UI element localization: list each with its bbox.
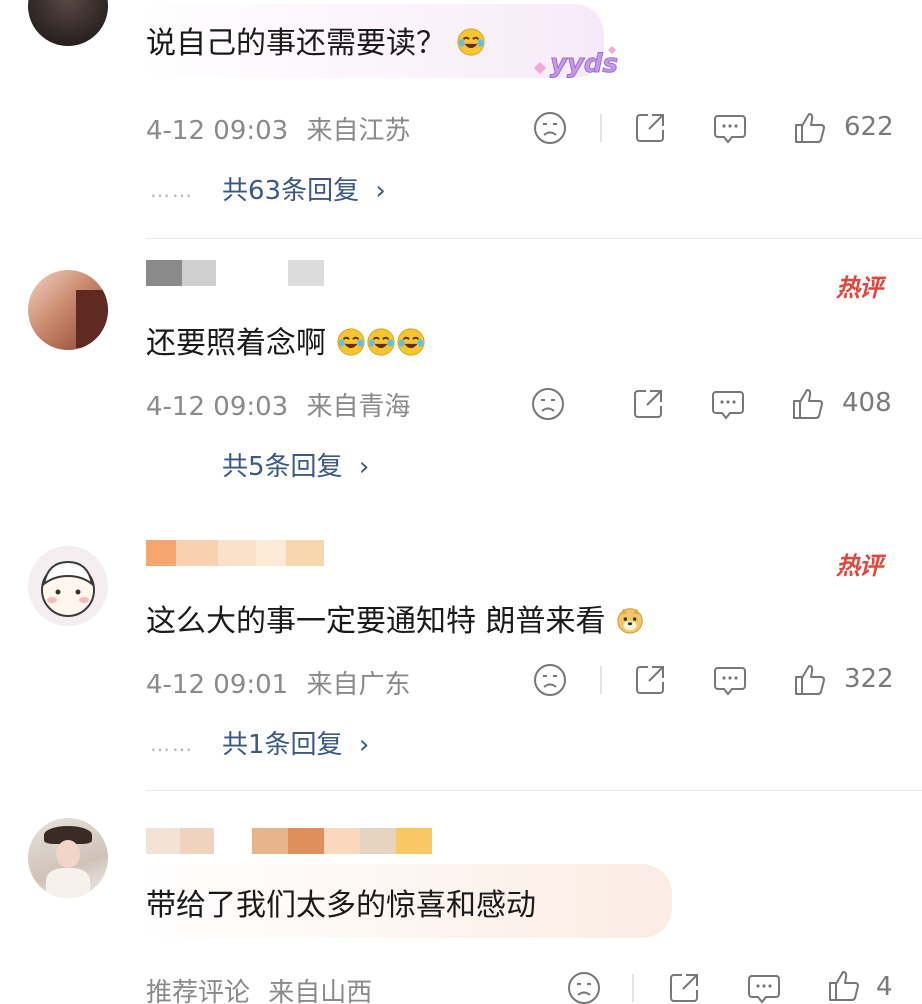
comment-text-content: 说自己的事还需要读？ [146, 26, 446, 61]
comment-text-content: 还要照着念啊 [146, 326, 326, 361]
dislike-face-icon [532, 388, 564, 420]
like-button[interactable] [792, 110, 828, 146]
avatar[interactable] [28, 818, 108, 898]
like-count: 322 [844, 664, 894, 694]
location: 来自江苏 [306, 116, 411, 146]
view-replies-link[interactable]: 共63条回复 › [222, 170, 386, 207]
username-blurred[interactable] [146, 540, 324, 566]
comment-icon [748, 975, 780, 1004]
comment-1: 说自己的事还需要读？ yyds 4-12 09:03 来自江苏 622 …… 共… [0, 0, 922, 240]
location: 来自山西 [268, 978, 373, 1004]
share-icon [670, 974, 698, 1002]
share-icon [634, 390, 662, 418]
dislike-button[interactable] [532, 110, 568, 146]
comment-text-content: 这么大的事一定要通知特 朗普来看 [146, 604, 606, 639]
comment-icon [714, 115, 746, 144]
laugh-cry-emoji [336, 328, 365, 356]
comment-text: 带给了我们太多的惊喜和感动 [146, 876, 536, 928]
divider [146, 790, 922, 791]
username-blurred[interactable] [146, 828, 432, 854]
laugh-cry-emoji [366, 328, 395, 356]
dislike-button[interactable] [532, 662, 568, 698]
separator [600, 666, 602, 694]
like-count: 4 [876, 972, 893, 1002]
like-button[interactable] [790, 386, 826, 422]
comment-icon [714, 667, 746, 696]
reply-dots: …… [150, 178, 194, 202]
chevron-right-icon: › [358, 452, 370, 482]
separator [632, 974, 634, 1002]
reply-button[interactable] [710, 386, 746, 422]
avatar[interactable] [28, 546, 108, 626]
share-button[interactable] [630, 386, 666, 422]
separator [600, 114, 602, 142]
comment-text: 说自己的事还需要读？ [146, 14, 486, 66]
avatar[interactable] [28, 0, 108, 46]
laugh-cry-emoji [396, 328, 425, 356]
like-button[interactable] [826, 968, 862, 1004]
replies-label: 共5条回复 [222, 452, 343, 482]
reply-button[interactable] [712, 110, 748, 146]
share-icon [636, 666, 664, 694]
reply-dots: …… [150, 732, 194, 756]
thumbs-up-icon [795, 113, 825, 143]
comment-4: 带给了我们太多的惊喜和感动 推荐评论 来自山西 4 [0, 792, 922, 1004]
location: 来自广东 [306, 670, 411, 700]
comment-text: 还要照着念啊 [146, 314, 426, 366]
comment-meta: 4-12 09:03 来自青海 [146, 386, 410, 423]
thumbs-up-icon [829, 971, 859, 1001]
yyds-sticker-text: yyds [550, 49, 618, 79]
like-count: 408 [842, 388, 892, 418]
thumbs-up-icon [793, 389, 823, 419]
like-count: 622 [844, 112, 894, 142]
hot-comment-badge: 热评 [836, 552, 883, 580]
comment-3: 热评 这么大的事一定要通知特 朗普来看 4-12 09:01 来自广东 322 … [0, 520, 922, 790]
recommend-label: 推荐评论 [146, 978, 251, 1004]
view-replies-link[interactable]: 共1条回复 › [222, 724, 369, 761]
doge-emoji [617, 608, 643, 634]
view-replies-link[interactable]: 共5条回复 › [222, 446, 369, 483]
comment-text: 这么大的事一定要通知特 朗普来看 [146, 592, 645, 644]
share-icon [636, 114, 664, 142]
replies-label: 共1条回复 [222, 730, 343, 760]
dislike-face-icon [568, 972, 600, 1004]
location: 来自青海 [306, 392, 411, 422]
timestamp: 4-12 09:03 [146, 116, 289, 146]
hot-comment-badge: 热评 [836, 274, 883, 302]
reply-button[interactable] [712, 662, 748, 698]
chevron-right-icon: › [375, 176, 386, 206]
chevron-right-icon: › [358, 730, 370, 760]
comment-icon [712, 391, 744, 420]
share-button[interactable] [666, 970, 702, 1004]
share-button[interactable] [632, 662, 668, 698]
yyds-sticker: yyds [530, 42, 620, 82]
like-button[interactable] [792, 662, 828, 698]
comment-meta: 4-12 09:01 来自广东 [146, 664, 410, 701]
cartoon-avatar-image [41, 560, 95, 617]
comment-text-content: 带给了我们太多的惊喜和感动 [146, 888, 536, 923]
timestamp: 4-12 09:01 [146, 670, 289, 700]
avatar[interactable] [28, 270, 108, 350]
comment-meta: 推荐评论 来自山西 [146, 972, 372, 1004]
dislike-button[interactable] [566, 970, 602, 1004]
username-blurred[interactable] [146, 260, 324, 286]
timestamp: 4-12 09:03 [146, 392, 289, 422]
reply-button[interactable] [746, 970, 782, 1004]
comment-meta: 4-12 09:03 来自江苏 [146, 110, 410, 147]
thumbs-up-icon [795, 665, 825, 695]
divider [146, 238, 922, 239]
dislike-face-icon [534, 112, 566, 144]
replies-label: 共63条回复 [222, 176, 360, 206]
laugh-cry-emoji [456, 28, 485, 56]
dislike-button[interactable] [530, 386, 566, 422]
comment-2: 热评 还要照着念啊 4-12 09:03 来自青海 408 共5条回复 › [0, 240, 922, 510]
dislike-face-icon [534, 664, 566, 696]
share-button[interactable] [632, 110, 668, 146]
